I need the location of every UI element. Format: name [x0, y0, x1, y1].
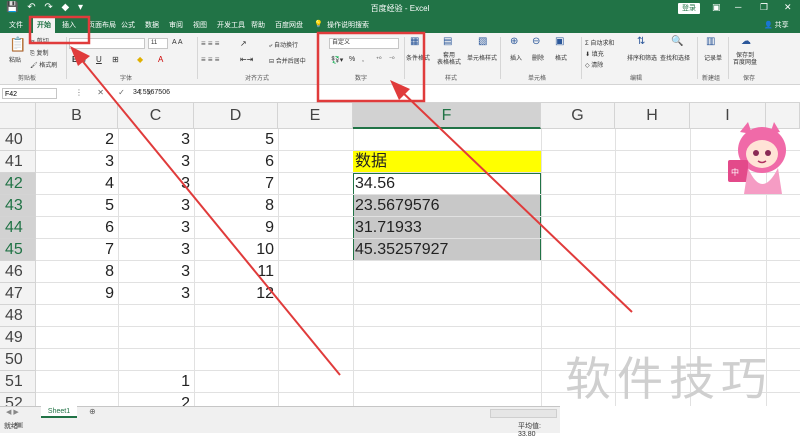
- arrow-line-2: [399, 89, 633, 313]
- highlight-box-tabs: [28, 15, 91, 45]
- arrowhead-1: [70, 46, 90, 66]
- arrow-line-1: [79, 57, 341, 376]
- annotation-overlay: [28, 15, 633, 376]
